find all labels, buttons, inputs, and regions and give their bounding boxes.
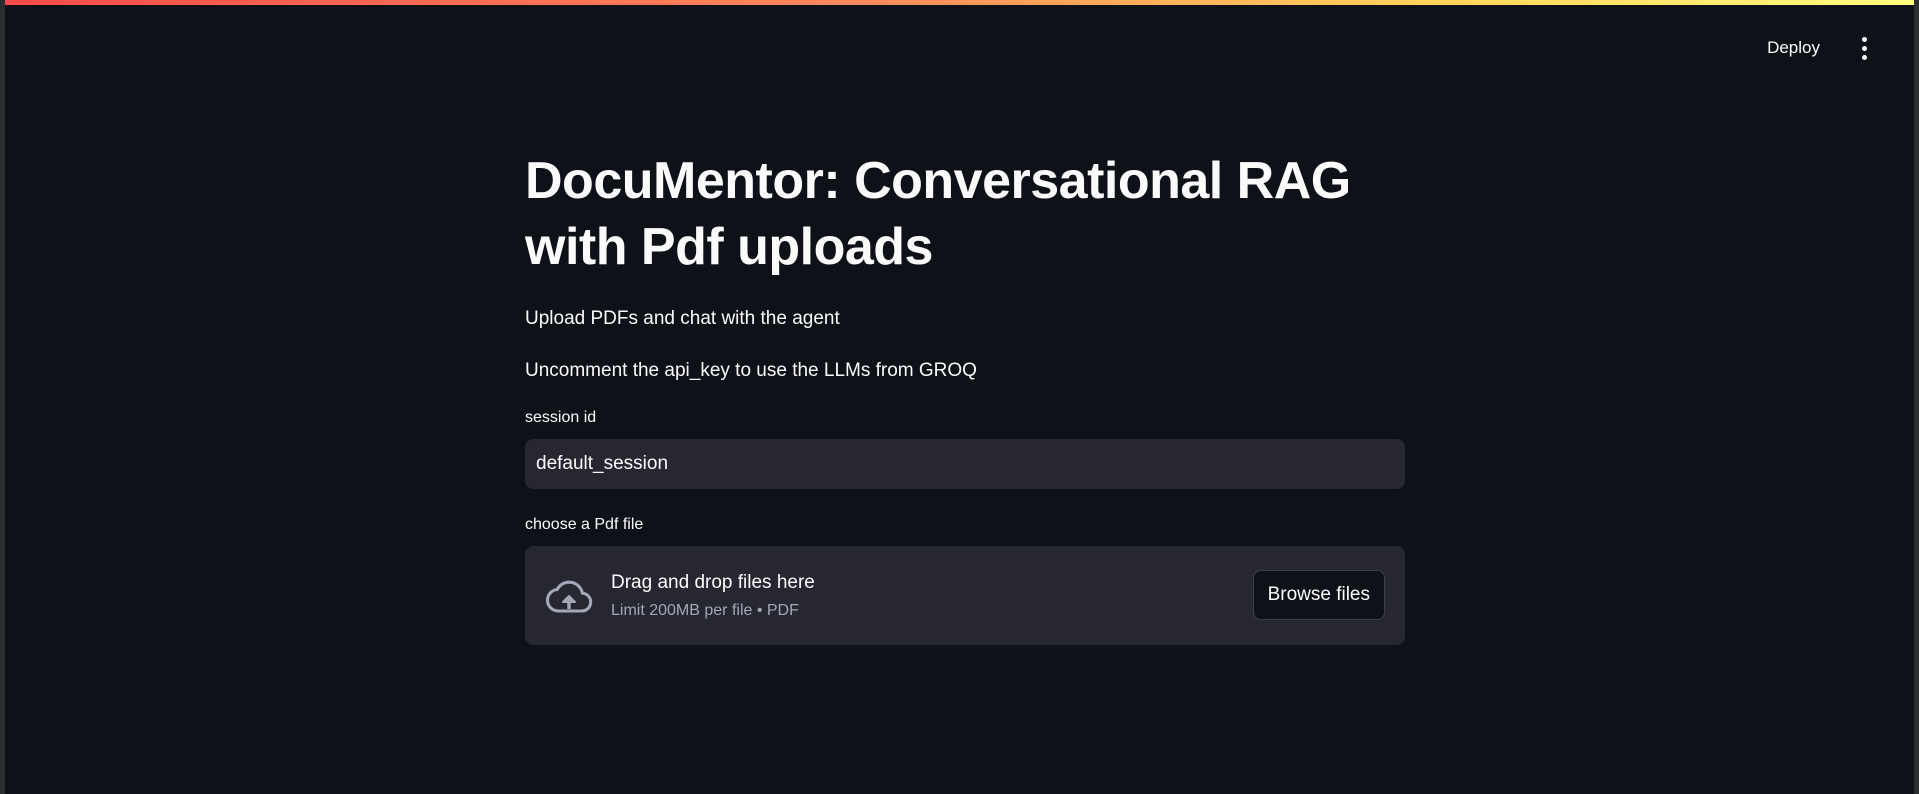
file-uploader-label: choose a Pdf file — [525, 516, 644, 533]
menu-dot — [1861, 45, 1867, 51]
dropzone-instruction: Drag and drop files here — [611, 571, 815, 593]
menu-dot — [1861, 54, 1867, 60]
cloud-upload-icon — [545, 580, 593, 613]
deploy-button[interactable]: Deploy — [1759, 32, 1828, 64]
kebab-menu-icon[interactable] — [1852, 32, 1876, 64]
session-id-input[interactable] — [525, 439, 1405, 489]
main-content: DocuMentor: Conversational RAG with Pdf … — [525, 148, 1405, 645]
app-window: Deploy DocuMentor: Conversational RAG wi… — [0, 0, 1919, 794]
api-key-note: Uncomment the api_key to use the LLMs fr… — [525, 360, 977, 381]
dropzone-limit-text: Limit 200MB per file • PDF — [611, 601, 799, 619]
app-header: Deploy — [1759, 32, 1876, 64]
browse-files-button[interactable]: Browse files — [1252, 570, 1385, 620]
file-dropzone[interactable]: Drag and drop files here Limit 200MB per… — [525, 546, 1405, 645]
dropzone-text: Drag and drop files here Limit 200MB per… — [611, 570, 815, 622]
page-title: DocuMentor: Conversational RAG with Pdf … — [525, 152, 1351, 276]
menu-dot — [1861, 36, 1867, 42]
description-text: Upload PDFs and chat with the agent — [525, 308, 840, 329]
top-decoration-bar — [5, 0, 1914, 5]
session-id-label: session id — [525, 409, 597, 426]
